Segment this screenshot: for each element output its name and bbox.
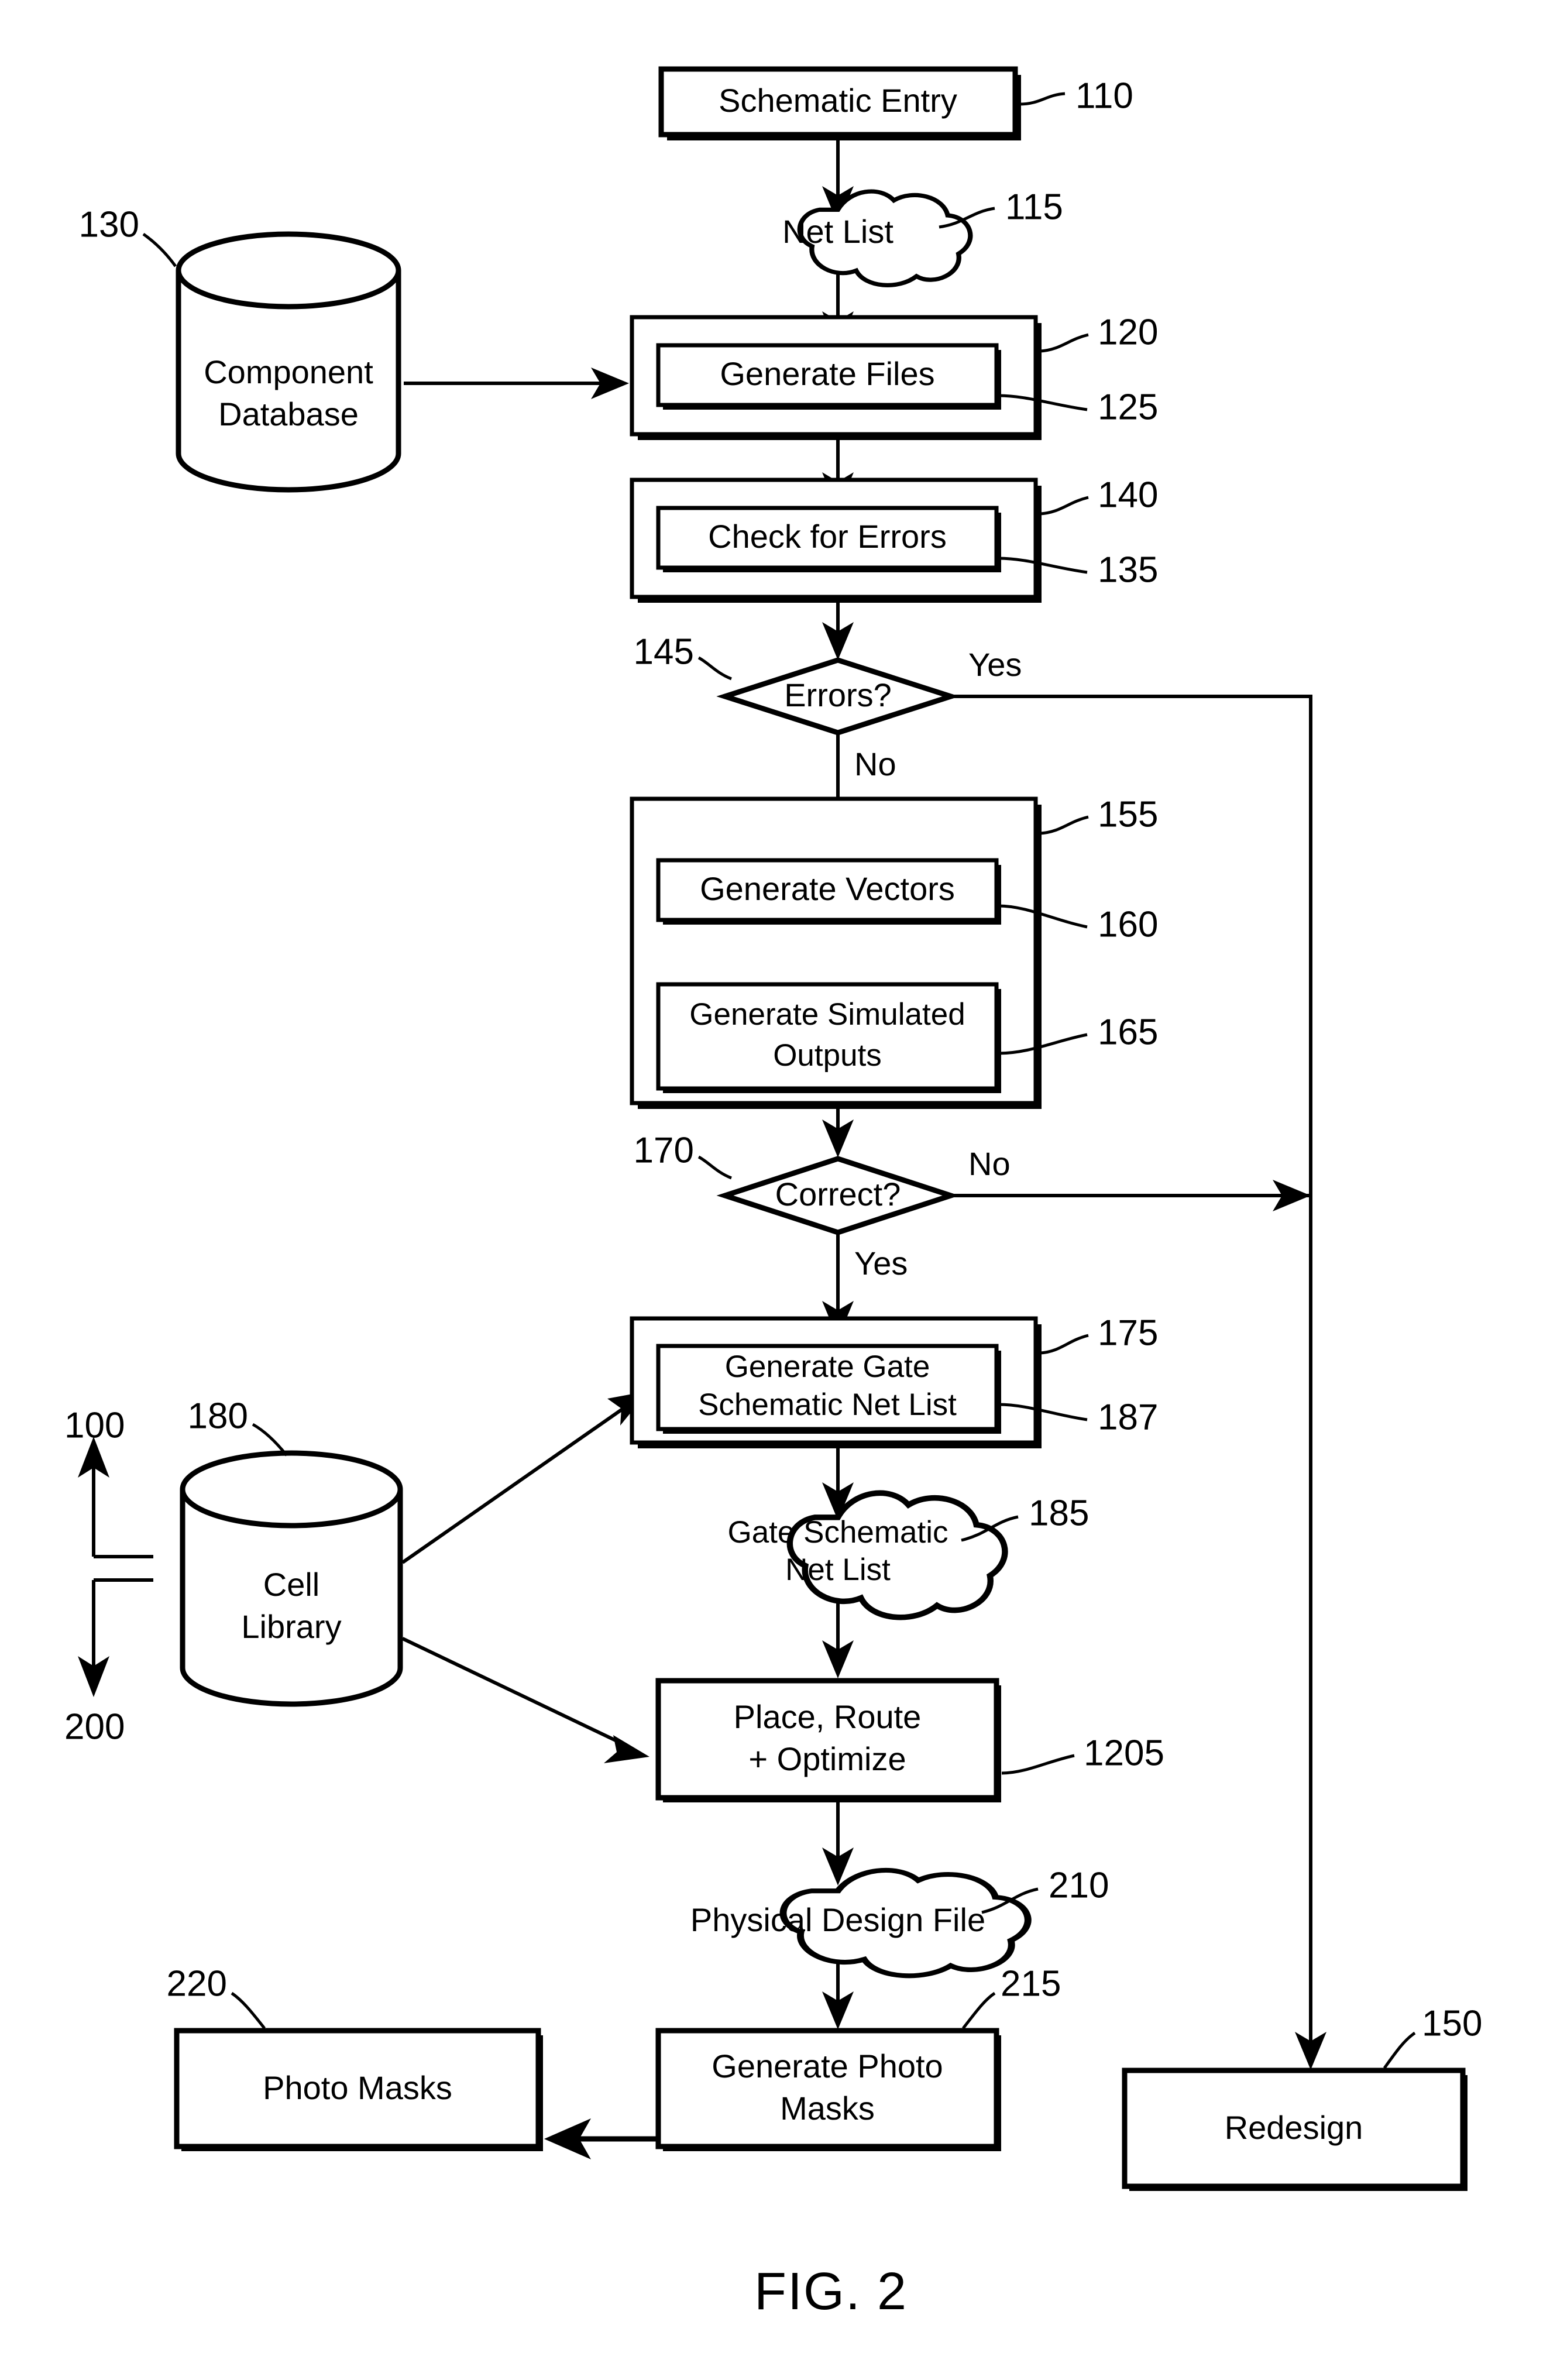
connector-celllibrary-to-placeroute: [401, 1637, 630, 1749]
ref-125: 125: [1098, 387, 1158, 427]
ref-130: 130: [79, 204, 139, 245]
node-redesign[interactable]: Redesign 150: [1122, 2003, 1482, 2191]
leader-220: [231, 1991, 266, 2029]
component-database-label-line1: Component: [204, 353, 373, 390]
photo-masks-label: Photo Masks: [263, 2069, 452, 2106]
leader-175: [1040, 1334, 1089, 1355]
ref-145: 145: [634, 631, 694, 672]
connector-celllibrary-to-gatenetlist: [401, 1403, 630, 1564]
node-simulation-group[interactable]: Generate Vectors Generate Simulated Outp…: [630, 794, 1158, 1109]
ref-165: 165: [1098, 1012, 1158, 1052]
ref-160: 160: [1098, 904, 1158, 945]
physical-design-file-label: Physical Design File: [690, 1901, 985, 1938]
scope-label-100: 100: [64, 1405, 125, 1445]
ref-135: 135: [1098, 550, 1158, 590]
ref-170: 170: [634, 1130, 694, 1170]
ref-175: 175: [1098, 1313, 1158, 1353]
ref-185: 185: [1029, 1493, 1089, 1533]
branch-label-correct-no: No: [968, 1145, 1011, 1182]
correct-decision-label: Correct?: [775, 1176, 901, 1213]
node-generate-files[interactable]: Generate Files 120 125: [630, 312, 1158, 440]
gate-netlist-label-line2: Schematic Net List: [698, 1388, 957, 1422]
ref-150: 150: [1422, 2003, 1482, 2044]
gate-schematic-cloud-label-line2: Net List: [785, 1553, 891, 1587]
net-list-label: Net List: [782, 213, 893, 250]
flowchart-canvas: 100 200 Schematic Entry 110 Net List 115…: [64, 66, 1482, 2321]
generate-simulated-label-line2: Outputs: [773, 1038, 882, 1073]
leader-130: [142, 232, 177, 267]
node-place-route-optimize[interactable]: Place, Route + Optimize 1205: [655, 1678, 1164, 1802]
component-database-label-line2: Database: [218, 396, 359, 432]
ref-120: 120: [1098, 312, 1158, 352]
cell-library-label-line1: Cell: [263, 1566, 319, 1603]
generate-photo-masks-label-line1: Generate Photo: [712, 2048, 943, 2084]
leader-120: [1040, 333, 1089, 353]
node-net-list[interactable]: Net List 115: [782, 187, 1063, 285]
scope-bracket-100-200: 100 200: [64, 1405, 153, 1747]
node-errors-decision[interactable]: Errors? 145 Yes No: [634, 631, 1022, 782]
node-correct-decision[interactable]: Correct? 170 No Yes: [634, 1130, 1011, 1281]
ref-110: 110: [1075, 75, 1133, 116]
ref-155: 155: [1098, 794, 1158, 834]
check-errors-label: Check for Errors: [708, 518, 947, 555]
node-photo-masks[interactable]: Photo Masks 220: [167, 1963, 543, 2151]
place-route-label-line2: + Optimize: [748, 1740, 906, 1777]
node-gate-schematic-cloud[interactable]: Gate Schematic Net List 185: [727, 1493, 1089, 1617]
ref-210: 210: [1049, 1865, 1109, 1905]
leader-145: [697, 656, 732, 681]
branch-label-errors-yes: Yes: [968, 646, 1022, 683]
patent-figure-2: 100 200 Schematic Entry 110 Net List 115…: [0, 0, 1550, 2380]
node-component-database[interactable]: Component Database 130: [79, 204, 401, 493]
ref-215: 215: [1001, 1963, 1061, 2004]
cell-library-label-line2: Library: [241, 1608, 341, 1645]
schematic-entry-label: Schematic Entry: [719, 82, 957, 119]
place-route-label-line1: Place, Route: [734, 1698, 922, 1735]
node-schematic-entry[interactable]: Schematic Entry 110: [658, 66, 1133, 140]
leader-155: [1040, 815, 1089, 835]
ref-180: 180: [188, 1396, 248, 1436]
scope-label-200: 200: [64, 1706, 125, 1747]
leader-215: [962, 1991, 996, 2029]
generate-files-label: Generate Files: [720, 355, 934, 392]
ref-1205: 1205: [1084, 1733, 1164, 1773]
ref-115: 115: [1005, 187, 1063, 227]
branch-label-correct-yes: Yes: [854, 1245, 908, 1282]
generate-simulated-label-line1: Generate Simulated: [689, 997, 965, 1032]
redesign-label: Redesign: [1225, 2109, 1363, 2146]
leader-180: [252, 1423, 288, 1457]
ref-220: 220: [167, 1963, 227, 2004]
ref-140: 140: [1098, 475, 1158, 515]
figure-caption: FIG. 2: [754, 2262, 908, 2321]
node-physical-design-file[interactable]: Physical Design File 210: [690, 1865, 1109, 1976]
generate-photo-masks-label-line2: Masks: [780, 2090, 875, 2127]
leader-170: [697, 1155, 732, 1180]
node-generate-gate-netlist[interactable]: Generate Gate Schematic Net List 175 187: [630, 1313, 1158, 1448]
node-check-for-errors[interactable]: Check for Errors 140 135: [630, 475, 1158, 603]
branch-label-errors-no: No: [854, 746, 896, 782]
leader-140: [1040, 496, 1089, 516]
ref-187: 187: [1098, 1397, 1158, 1437]
node-generate-photo-masks[interactable]: Generate Photo Masks 215: [655, 1963, 1061, 2151]
leader-110: [1019, 92, 1066, 106]
gate-schematic-cloud-label-line1: Gate Schematic: [727, 1515, 948, 1550]
generate-vectors-label: Generate Vectors: [700, 870, 955, 907]
gate-netlist-label-line1: Generate Gate: [725, 1349, 930, 1384]
leader-1205: [1001, 1754, 1075, 1775]
leader-150: [1383, 2031, 1416, 2069]
node-cell-library[interactable]: Cell Library 180: [180, 1396, 403, 1707]
errors-decision-label: Errors?: [784, 676, 892, 713]
